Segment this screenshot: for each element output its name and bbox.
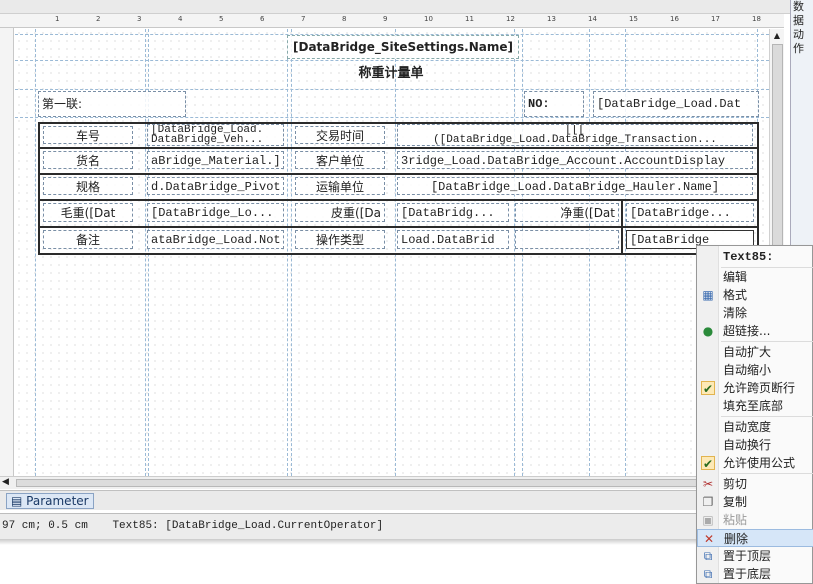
remark-label[interactable]: 备注 xyxy=(43,230,133,249)
ruler-tick-label: 8 xyxy=(342,15,347,23)
menu-word-wrap[interactable]: 自动换行 xyxy=(697,436,813,454)
account-field[interactable]: 3ridge_Load.DataBridge_Account.AccountDi… xyxy=(397,151,753,169)
material-field[interactable]: aBridge_Material.] xyxy=(147,151,284,169)
check-icon: ✔ xyxy=(701,381,715,396)
menu-fill-to-bottom[interactable]: 填充至底部 xyxy=(697,397,813,415)
operation-type-label[interactable]: 操作类型 xyxy=(295,230,385,249)
ruler-tick-label: 15 xyxy=(629,15,638,23)
status-shadow xyxy=(0,539,784,545)
ruler-tick-label: 4 xyxy=(178,15,183,23)
horizontal-scrollbar[interactable]: ◀ xyxy=(0,476,784,489)
account-label[interactable]: 客户单位 xyxy=(295,151,385,169)
menu-hyperlink[interactable]: ● 超链接... xyxy=(697,322,813,340)
scroll-up-icon[interactable]: ▲ xyxy=(772,31,782,41)
material-label[interactable]: 货名 xyxy=(43,151,133,169)
no-label[interactable]: NO: xyxy=(524,91,584,117)
copy-icon: ❐ xyxy=(702,495,714,509)
delete-icon: ✕ xyxy=(703,532,715,546)
menu-header: Text85: xyxy=(723,250,774,264)
action-panel-title[interactable]: 动作 xyxy=(791,28,813,56)
scissors-icon: ✂ xyxy=(702,477,714,491)
menu-edit[interactable]: 编辑 xyxy=(697,268,813,286)
vehicle-field[interactable]: [DataBridge_Load. DataBridge_Veh... xyxy=(147,124,284,146)
bottom-tab-bar: ▤ Parameter xyxy=(0,490,784,510)
context-menu: Text85: 编辑 ▦ 格式 清除 ● 超链接... 自动扩大 自动缩小 ✔ 允许跨… xyxy=(696,245,813,584)
net-weight-field[interactable]: [DataBridge... xyxy=(626,203,754,222)
gross-weight-field[interactable]: [DataBridge_Lo... xyxy=(147,203,284,222)
ruler-tick-label: 6 xyxy=(260,15,265,23)
menu-copy[interactable]: ❐ 复制 xyxy=(697,493,813,511)
check-icon: ✔ xyxy=(701,456,715,471)
bring-front-icon: ⧉ xyxy=(703,549,713,563)
tare-weight-field[interactable]: [DataBridg... xyxy=(397,203,509,222)
table-icon: ▤ xyxy=(11,494,27,508)
ruler-tick-label: 3 xyxy=(137,15,142,23)
vertical-ruler xyxy=(0,28,14,476)
ruler-tick-label: 1 xyxy=(55,15,60,23)
hauler-label[interactable]: 运输单位 xyxy=(295,177,385,195)
ruler-tick-label: 14 xyxy=(588,15,597,23)
menu-allow-page-break[interactable]: ✔ 允许跨页断行 xyxy=(697,379,813,397)
spec-field[interactable]: d.DataBridge_Pivot xyxy=(147,177,284,195)
menu-allow-formula[interactable]: ✔ 允许使用公式 xyxy=(697,454,813,472)
no-value-field[interactable]: [DataBridge_Load.Dat xyxy=(593,91,759,117)
ruler-tick-label: 11 xyxy=(465,15,474,23)
vehicle-label[interactable]: 车号 xyxy=(43,126,133,144)
format-icon: ▦ xyxy=(702,288,714,302)
ruler-tick-label: 10 xyxy=(424,15,433,23)
gross-weight-label[interactable]: 毛重([Dat xyxy=(43,203,133,222)
menu-cut[interactable]: ✂ 剪切 xyxy=(697,475,813,493)
hauler-field[interactable]: [DataBridge_Load.DataBridge_Hauler.Name] xyxy=(397,177,753,195)
site-name-field[interactable]: [DataBridge_SiteSettings.Name] xyxy=(287,35,519,59)
empty-cell[interactable] xyxy=(515,230,619,249)
transaction-time-field[interactable]: [[[([DataBridge_Load.DataBridge_Transact… xyxy=(397,124,753,146)
remark-field[interactable]: ataBridge_Load.Not xyxy=(147,230,284,249)
tare-weight-label[interactable]: 皮重([Da xyxy=(295,203,385,222)
send-back-icon: ⧉ xyxy=(703,567,713,581)
transaction-time-label[interactable]: 交易时间 xyxy=(295,126,385,144)
menu-bring-to-front[interactable]: ⧉ 置于顶层 xyxy=(697,547,813,565)
ruler-tick-label: 9 xyxy=(383,15,388,23)
report-designer-window: 1 2 3 4 5 6 7 8 9 10 11 12 13 14 15 16 17 18 [DataBridge_… xyxy=(0,0,813,584)
ruler-tick-label: 7 xyxy=(301,15,306,23)
ruler-tick-label: 2 xyxy=(96,15,101,23)
menu-clear[interactable]: 清除 xyxy=(697,304,813,322)
net-weight-label[interactable]: 净重([Dat xyxy=(515,203,619,222)
ruler-tick-label: 16 xyxy=(670,15,679,23)
copy-label[interactable]: 第一联: xyxy=(38,91,186,117)
menu-format[interactable]: ▦ 格式 xyxy=(697,286,813,304)
report-title[interactable]: 称重计量单 xyxy=(311,62,471,86)
menu-auto-grow[interactable]: 自动扩大 xyxy=(697,343,813,361)
scroll-left-icon[interactable]: ◀ xyxy=(2,477,9,487)
ruler-tick-label: 5 xyxy=(219,15,224,23)
status-bar: 97 cm; 0.5 cm Text85: [DataBridge_Load.C… xyxy=(0,513,784,539)
menu-send-to-back[interactable]: ⧉ 置于底层 xyxy=(697,565,813,583)
horizontal-ruler: 1 2 3 4 5 6 7 8 9 10 11 12 13 14 15 16 17 18 xyxy=(0,14,784,28)
menu-auto-width[interactable]: 自动宽度 xyxy=(697,418,813,436)
ruler-tick-label: 13 xyxy=(547,15,556,23)
data-panel-title[interactable]: 数据 xyxy=(791,0,813,28)
spec-label[interactable]: 规格 xyxy=(43,177,133,195)
status-position: 97 cm; 0.5 cm xyxy=(2,520,88,532)
tab-parameter[interactable]: ▤ Parameter xyxy=(6,493,94,509)
status-info: Text85: [DataBridge_Load.CurrentOperator… xyxy=(112,520,384,532)
paste-icon: ▣ xyxy=(702,513,714,527)
data-panel[interactable]: 数据 动作 xyxy=(790,0,813,250)
ruler-tick-label: 17 xyxy=(711,15,720,23)
hscroll-thumb[interactable] xyxy=(16,479,772,487)
design-surface[interactable]: [DataBridge_SiteSettings.Name] 称重计量单 第一联… xyxy=(15,29,769,476)
menu-paste[interactable]: ▣ 粘贴 xyxy=(697,511,813,529)
ruler-tick-label: 12 xyxy=(506,15,515,23)
menu-auto-shrink[interactable]: 自动缩小 xyxy=(697,361,813,379)
menu-delete[interactable]: ✕ 删除 xyxy=(697,529,813,547)
toolbar-strip xyxy=(0,0,790,14)
globe-icon: ● xyxy=(702,324,714,338)
ruler-tick-label: 18 xyxy=(752,15,761,23)
operation-type-field[interactable]: Load.DataBrid xyxy=(397,230,509,249)
scroll-thumb[interactable] xyxy=(772,44,783,259)
